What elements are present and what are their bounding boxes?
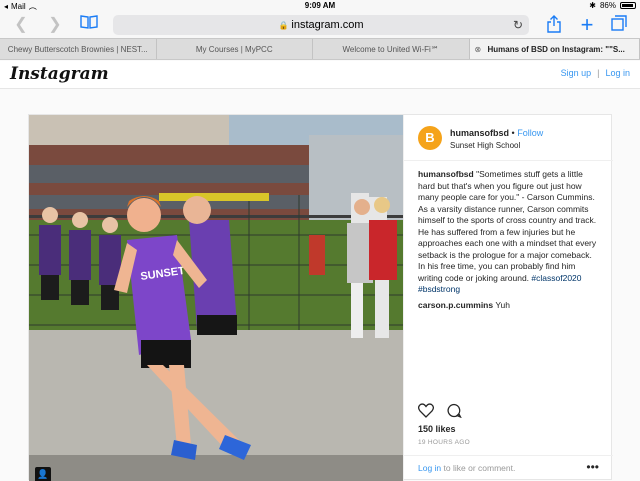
post-caption: humansofbsd "Sometimes stuff gets a litt… bbox=[404, 161, 613, 296]
battery-percent: 86% bbox=[600, 1, 616, 10]
post-sidebar: B humansofbsd • Follow Sunset High Schoo… bbox=[403, 115, 613, 481]
footer-login-text: to like or comment. bbox=[441, 463, 515, 473]
new-tab-icon[interactable]: + bbox=[576, 15, 598, 35]
clock: 9:09 AM bbox=[0, 1, 640, 10]
tab-mypcc[interactable]: My Courses | MyPCC bbox=[157, 39, 314, 59]
signup-link[interactable]: Sign up bbox=[561, 68, 592, 78]
forward-icon[interactable]: ❯ bbox=[44, 15, 66, 35]
post-header: B humansofbsd • Follow Sunset High Schoo… bbox=[404, 115, 613, 161]
likes-count[interactable]: 150 likes bbox=[418, 424, 456, 434]
login-link[interactable]: Log in bbox=[605, 68, 630, 78]
tab-united-wifi[interactable]: Welcome to United Wi-Fi℠ bbox=[313, 39, 470, 59]
post-actions bbox=[418, 403, 462, 423]
post-time: 19 HOURS AGO bbox=[418, 439, 470, 446]
bullet-separator: • bbox=[512, 128, 515, 138]
comment-icon[interactable] bbox=[446, 403, 462, 423]
hashtag-classof2020[interactable]: #classof2020 bbox=[531, 273, 581, 283]
tabs-overview-icon[interactable] bbox=[608, 15, 630, 35]
status-bar: ◂ Mail ︵ 9:09 AM ✱ 86% bbox=[0, 0, 640, 12]
avatar[interactable]: B bbox=[418, 126, 442, 150]
post-username[interactable]: humansofbsd bbox=[450, 128, 509, 138]
tab-bar: Chewy Butterscotch Brownies | NEST... My… bbox=[0, 38, 640, 60]
bookmarks-icon[interactable] bbox=[78, 15, 100, 35]
address-bar[interactable]: 🔒instagram.com ↻ bbox=[113, 15, 529, 35]
back-icon[interactable]: ❮ bbox=[10, 15, 32, 35]
header-separator: | bbox=[597, 68, 599, 78]
follow-button[interactable]: Follow bbox=[517, 128, 543, 138]
reload-icon[interactable]: ↻ bbox=[513, 15, 523, 35]
post-location[interactable]: Sunset High School bbox=[450, 141, 520, 150]
user-tag-icon[interactable]: 👤 bbox=[35, 467, 51, 481]
url-text: instagram.com bbox=[291, 19, 363, 31]
tab-brownies[interactable]: Chewy Butterscotch Brownies | NEST... bbox=[0, 39, 157, 59]
lock-icon: 🔒 bbox=[278, 21, 288, 30]
footer-login-link[interactable]: Log in bbox=[418, 463, 441, 473]
tab-instagram[interactable]: ⊗ Humans of BSD on Instagram: ""S... bbox=[470, 39, 640, 59]
battery-icon bbox=[620, 2, 636, 9]
comment-username[interactable]: carson.p.cummins bbox=[418, 300, 493, 310]
instagram-logo[interactable]: Instagram bbox=[10, 64, 109, 84]
tab-instagram-label: Humans of BSD on Instagram: ""S... bbox=[488, 45, 625, 54]
post-card: SUNSET 👤 B humansofbsd bbox=[28, 114, 612, 480]
heart-icon[interactable] bbox=[418, 403, 434, 423]
post-footer: Log in to like or comment. ••• bbox=[404, 455, 613, 481]
browser-toolbar: ❮ ❯ 🔒instagram.com ↻ + bbox=[0, 12, 640, 38]
post-user-line: humansofbsd • Follow bbox=[450, 128, 543, 138]
runners-photo-illustration: SUNSET bbox=[29, 115, 403, 481]
close-tab-icon[interactable]: ⊗ bbox=[475, 39, 482, 59]
caption-username[interactable]: humansofbsd bbox=[418, 169, 474, 179]
bluetooth-icon: ✱ bbox=[589, 1, 596, 10]
hashtag-bsdstrong[interactable]: #bsdstrong bbox=[418, 284, 460, 294]
share-icon[interactable] bbox=[543, 15, 565, 35]
comment-text: Yuh bbox=[493, 300, 510, 310]
post-photo[interactable]: SUNSET 👤 bbox=[29, 115, 403, 481]
instagram-header: Instagram Sign up | Log in bbox=[0, 61, 640, 89]
comment: carson.p.cummins Yuh bbox=[404, 296, 613, 310]
caption-text: "Sometimes stuff gets a little hard but … bbox=[418, 169, 596, 283]
more-options-icon[interactable]: ••• bbox=[586, 460, 599, 474]
